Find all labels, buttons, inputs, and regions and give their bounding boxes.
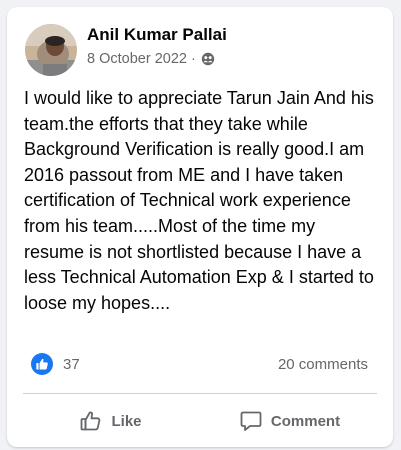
speech-bubble-icon <box>239 409 263 433</box>
like-reaction-icon[interactable] <box>31 353 53 375</box>
meta-separator: · <box>190 51 196 67</box>
comment-label: Comment <box>270 412 341 430</box>
avatar-photo <box>25 24 77 76</box>
post-meta: 8 October 2022 · <box>87 51 215 67</box>
avatar[interactable] <box>25 24 77 76</box>
like-button[interactable]: Like <box>23 401 198 441</box>
post-card: Anil Kumar Pallai 8 October 2022 · I wou… <box>7 7 393 447</box>
like-label: Like <box>111 412 142 430</box>
comment-button[interactable]: Comment <box>202 401 377 441</box>
post-body: I would like to appreciate Tarun Jain An… <box>24 88 374 313</box>
thumbs-up-icon <box>79 409 103 433</box>
friends-icon[interactable] <box>201 52 215 66</box>
reaction-count[interactable]: 37 <box>63 356 80 373</box>
comment-count[interactable]: 20 comments <box>278 356 368 373</box>
divider <box>23 393 377 394</box>
post-date[interactable]: 8 October 2022 <box>87 51 187 67</box>
author-name[interactable]: Anil Kumar Pallai <box>87 25 227 45</box>
